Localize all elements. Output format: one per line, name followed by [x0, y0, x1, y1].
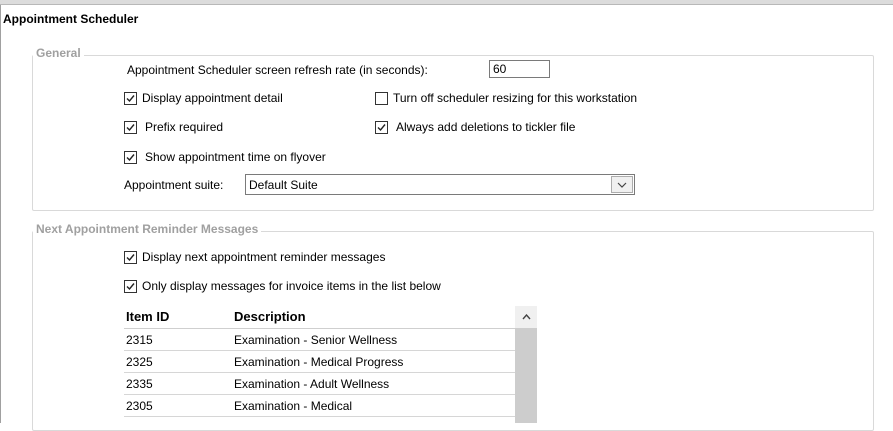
header-description[interactable]: Description [234, 309, 306, 324]
checkmark-icon [126, 282, 135, 290]
cell-item-id: 2325 [126, 355, 153, 369]
appointment-suite-value: Default Suite [249, 178, 318, 192]
chevron-up-icon [521, 314, 531, 320]
prefix-required-checkbox[interactable]: Prefix required [124, 120, 223, 134]
checkmark-icon [126, 153, 135, 161]
chevron-down-icon [617, 182, 627, 188]
header-item-id[interactable]: Item ID [126, 309, 169, 324]
cell-item-id: 2305 [126, 399, 153, 413]
table-row[interactable]: 2335 Examination - Adult Wellness [124, 373, 515, 395]
display-reminders-checkbox[interactable]: Display next appointment reminder messag… [124, 250, 385, 264]
only-invoice-items-label: Only display messages for invoice items … [142, 279, 441, 293]
dropdown-button[interactable] [611, 176, 633, 193]
show-time-flyover-checkbox[interactable]: Show appointment time on flyover [124, 150, 326, 164]
checkbox-box[interactable] [124, 250, 137, 264]
table-row[interactable]: 2305 Examination - Medical [124, 395, 515, 417]
appointment-suite-label: Appointment suite: [124, 178, 224, 192]
checkbox-box[interactable] [124, 279, 137, 293]
checkmark-icon [126, 94, 135, 102]
checkbox-box[interactable] [124, 150, 137, 164]
display-appointment-detail-label: Display appointment detail [142, 91, 283, 105]
always-add-deletions-checkbox[interactable]: Always add deletions to tickler file [375, 120, 575, 134]
display-appointment-detail-checkbox[interactable]: Display appointment detail [124, 91, 283, 105]
table-row[interactable]: 2325 Examination - Medical Progress [124, 351, 515, 373]
refresh-rate-label: Appointment Scheduler screen refresh rat… [127, 63, 428, 77]
left-border [0, 5, 1, 423]
checkmark-icon [377, 123, 386, 131]
table-row[interactable]: 2315 Examination - Senior Wellness [124, 329, 515, 351]
page-title: Appointment Scheduler [3, 12, 139, 26]
cell-description: Examination - Senior Wellness [234, 333, 398, 347]
prefix-required-label: Prefix required [145, 120, 224, 134]
general-legend: General [33, 46, 84, 60]
checkmark-icon [126, 123, 135, 131]
display-reminders-label: Display next appointment reminder messag… [142, 250, 386, 264]
cell-description: Examination - Adult Wellness [234, 377, 390, 391]
cell-item-id: 2335 [126, 377, 153, 391]
checkbox-box[interactable] [375, 120, 388, 134]
checkbox-box[interactable] [124, 120, 137, 134]
turn-off-resizing-checkbox[interactable]: Turn off scheduler resizing for this wor… [375, 91, 637, 105]
always-add-deletions-label: Always add deletions to tickler file [396, 120, 576, 134]
cell-description: Examination - Medical [234, 399, 353, 413]
table-header: Item ID Description [124, 306, 515, 329]
cell-description: Examination - Medical Progress [234, 355, 404, 369]
top-border [0, 0, 893, 5]
scrollbar-thumb[interactable] [515, 328, 537, 423]
invoice-items-table: Item ID Description 2315 Examination - S… [124, 306, 515, 417]
cell-item-id: 2315 [126, 333, 153, 347]
refresh-rate-input[interactable]: 60 [489, 60, 550, 78]
only-invoice-items-checkbox[interactable]: Only display messages for invoice items … [124, 279, 441, 293]
turn-off-resizing-label: Turn off scheduler resizing for this wor… [393, 91, 638, 105]
checkbox-box[interactable] [124, 91, 137, 105]
checkmark-icon [126, 253, 135, 261]
appointment-suite-select[interactable]: Default Suite [245, 174, 635, 195]
scroll-up-button[interactable] [515, 306, 537, 328]
reminders-legend: Next Appointment Reminder Messages [33, 222, 262, 236]
checkbox-box[interactable] [375, 91, 388, 105]
show-time-flyover-label: Show appointment time on flyover [145, 150, 326, 164]
